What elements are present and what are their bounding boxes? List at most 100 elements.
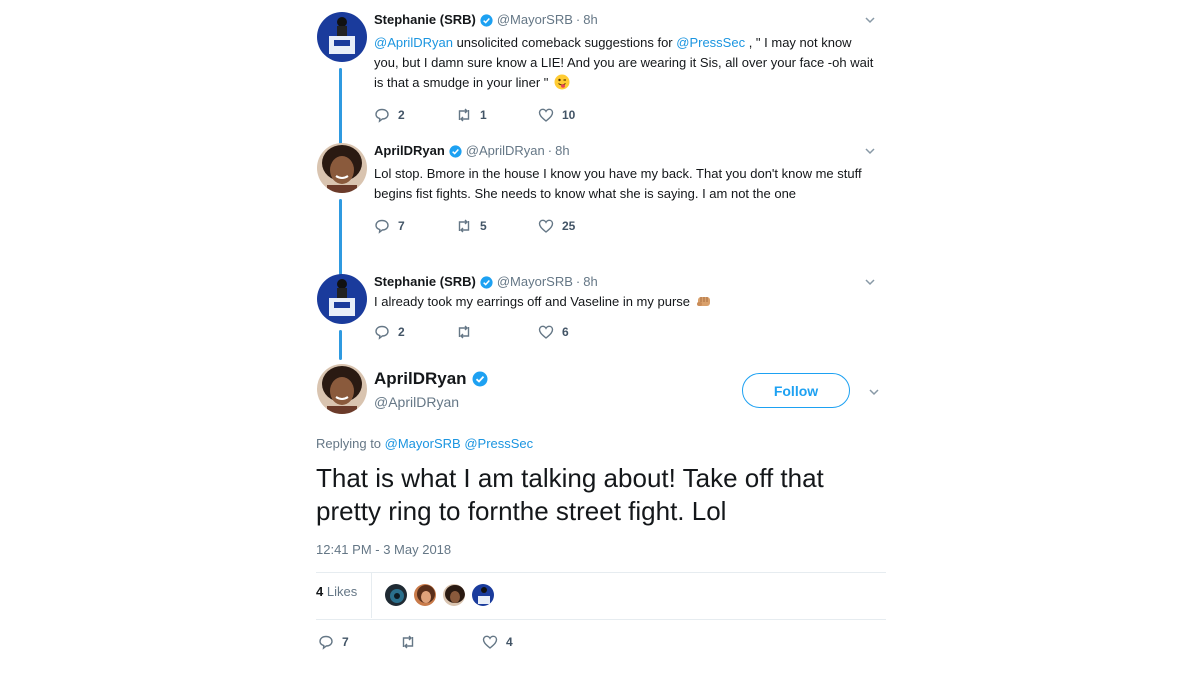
author-handle[interactable]: @AprilDRyan bbox=[374, 394, 492, 410]
author-handle[interactable]: @MayorSRB bbox=[497, 274, 573, 290]
mention-link[interactable]: @AprilDRyan bbox=[374, 35, 453, 50]
likes-stat-label: Likes bbox=[323, 584, 358, 599]
author-handle[interactable]: @AprilDRyan bbox=[466, 143, 545, 159]
reply-count: 7 bbox=[398, 219, 405, 233]
reply-button[interactable]: 2 bbox=[374, 107, 456, 123]
avatar[interactable] bbox=[317, 274, 367, 324]
tweet-actions: 2 1 10 bbox=[374, 107, 894, 123]
tweet-timestamp[interactable]: 12:41 PM - 3 May 2018 bbox=[316, 542, 451, 557]
like-button[interactable]: 10 bbox=[538, 107, 620, 123]
avatar[interactable] bbox=[317, 143, 367, 193]
reply-icon bbox=[375, 108, 389, 123]
retweet-count: 1 bbox=[480, 108, 487, 122]
like-button[interactable]: 6 bbox=[538, 324, 620, 340]
follow-button[interactable]: Follow bbox=[742, 373, 850, 408]
tweet-actions: 7 4 bbox=[318, 634, 564, 650]
tweet-text: I already took my earrings off and Vasel… bbox=[374, 292, 879, 312]
retweet-button[interactable] bbox=[456, 324, 538, 340]
tweet[interactable]: Stephanie (SRB) @MayorSRB · 8h @AprilDRy… bbox=[374, 12, 894, 123]
mention-link[interactable]: @PressSec bbox=[464, 436, 533, 451]
replying-to: Replying to @MayorSRB @PressSec bbox=[316, 436, 533, 451]
heart-icon bbox=[538, 325, 554, 339]
tweet-header: Stephanie (SRB) @MayorSRB · 8h bbox=[374, 274, 894, 290]
author-name[interactable]: Stephanie (SRB) bbox=[374, 274, 476, 290]
avatar[interactable] bbox=[317, 12, 367, 62]
heart-icon bbox=[482, 635, 498, 649]
liker-avatar[interactable] bbox=[442, 583, 466, 607]
tweet[interactable]: Stephanie (SRB) @MayorSRB · 8h I already… bbox=[374, 274, 894, 340]
tweet-text-part: I already took my earrings off and Vasel… bbox=[374, 294, 691, 309]
retweet-icon bbox=[458, 325, 470, 339]
like-button[interactable]: 4 bbox=[482, 634, 564, 650]
tweet-header: Stephanie (SRB) @MayorSRB · 8h bbox=[374, 12, 894, 28]
reply-button[interactable]: 7 bbox=[374, 218, 456, 234]
replying-label: Replying to bbox=[316, 436, 385, 451]
divider bbox=[316, 572, 886, 573]
retweet-icon bbox=[402, 635, 414, 649]
verified-badge-icon bbox=[449, 144, 462, 158]
tweet-header: AprilDRyan @AprilDRyan · 8h bbox=[374, 143, 894, 159]
divider bbox=[316, 619, 886, 620]
reply-icon bbox=[375, 325, 389, 340]
chevron-down-icon[interactable] bbox=[864, 14, 876, 26]
separator: · bbox=[547, 143, 553, 158]
tweet-text-part: unsolicited comeback suggestions for bbox=[452, 35, 677, 50]
retweet-icon bbox=[458, 108, 470, 122]
tweet-text: Lol stop. Bmore in the house I know you … bbox=[374, 166, 862, 201]
reply-button[interactable]: 7 bbox=[318, 634, 400, 650]
winking-tongue-emoji-icon bbox=[554, 74, 570, 90]
reply-button[interactable]: 2 bbox=[374, 324, 456, 340]
retweet-count: 5 bbox=[480, 219, 487, 233]
author-name[interactable]: AprilDRyan bbox=[374, 143, 445, 159]
retweet-button[interactable]: 1 bbox=[456, 107, 538, 123]
chevron-down-icon[interactable] bbox=[864, 276, 876, 288]
chevron-down-icon[interactable] bbox=[868, 386, 880, 398]
focus-author: AprilDRyan @AprilDRyan bbox=[374, 369, 492, 410]
likes-stat[interactable]: 4 Likes bbox=[316, 584, 357, 599]
separator: · bbox=[575, 12, 581, 27]
likes-stat-text: 4 Likes bbox=[316, 584, 357, 599]
reply-count: 2 bbox=[398, 108, 405, 122]
mention-link[interactable]: @PressSec bbox=[676, 35, 745, 50]
like-button[interactable]: 25 bbox=[538, 218, 620, 234]
verified-badge-icon bbox=[472, 371, 488, 387]
avatar[interactable] bbox=[317, 364, 367, 414]
tweet-text: That is what I am talking about! Take of… bbox=[316, 463, 824, 526]
retweet-button[interactable] bbox=[400, 634, 482, 650]
fist-emoji-icon bbox=[697, 297, 711, 306]
heart-icon bbox=[538, 108, 554, 122]
like-count: 4 bbox=[506, 635, 513, 649]
liker-avatar[interactable] bbox=[471, 583, 495, 607]
author-name[interactable]: AprilDRyan bbox=[374, 369, 467, 389]
chevron-down-icon[interactable] bbox=[864, 145, 876, 157]
tweet-actions: 7 5 25 bbox=[374, 218, 894, 234]
tweet-actions: 2 6 bbox=[374, 324, 894, 340]
liker-avatar[interactable] bbox=[384, 583, 408, 607]
reply-count: 7 bbox=[342, 635, 349, 649]
tweet-time[interactable]: 8h bbox=[583, 12, 597, 28]
thread-connector bbox=[339, 330, 342, 360]
tweet-time[interactable]: 8h bbox=[555, 143, 569, 159]
thread-connector bbox=[339, 68, 342, 144]
author-handle[interactable]: @MayorSRB bbox=[497, 12, 573, 28]
author-name[interactable]: Stephanie (SRB) bbox=[374, 12, 476, 28]
verified-badge-icon bbox=[480, 13, 493, 27]
tweet-time[interactable]: 8h bbox=[583, 274, 597, 290]
heart-icon bbox=[538, 219, 554, 233]
liker-avatar[interactable] bbox=[413, 583, 437, 607]
tweet-text: @AprilDRyan unsolicited comeback suggest… bbox=[374, 33, 879, 93]
like-count: 10 bbox=[562, 108, 576, 122]
reply-count: 2 bbox=[398, 325, 405, 339]
divider bbox=[371, 572, 372, 618]
reply-icon bbox=[375, 219, 389, 234]
tweet[interactable]: AprilDRyan @AprilDRyan · 8h Lol stop. Bm… bbox=[374, 143, 894, 234]
separator: · bbox=[575, 274, 581, 289]
thread-connector bbox=[339, 199, 342, 275]
verified-badge-icon bbox=[480, 275, 493, 289]
reply-icon bbox=[319, 635, 333, 650]
retweet-icon bbox=[458, 219, 470, 233]
retweet-button[interactable]: 5 bbox=[456, 218, 538, 234]
like-count: 25 bbox=[562, 219, 576, 233]
like-count: 6 bbox=[562, 325, 569, 339]
mention-link[interactable]: @MayorSRB bbox=[385, 436, 461, 451]
